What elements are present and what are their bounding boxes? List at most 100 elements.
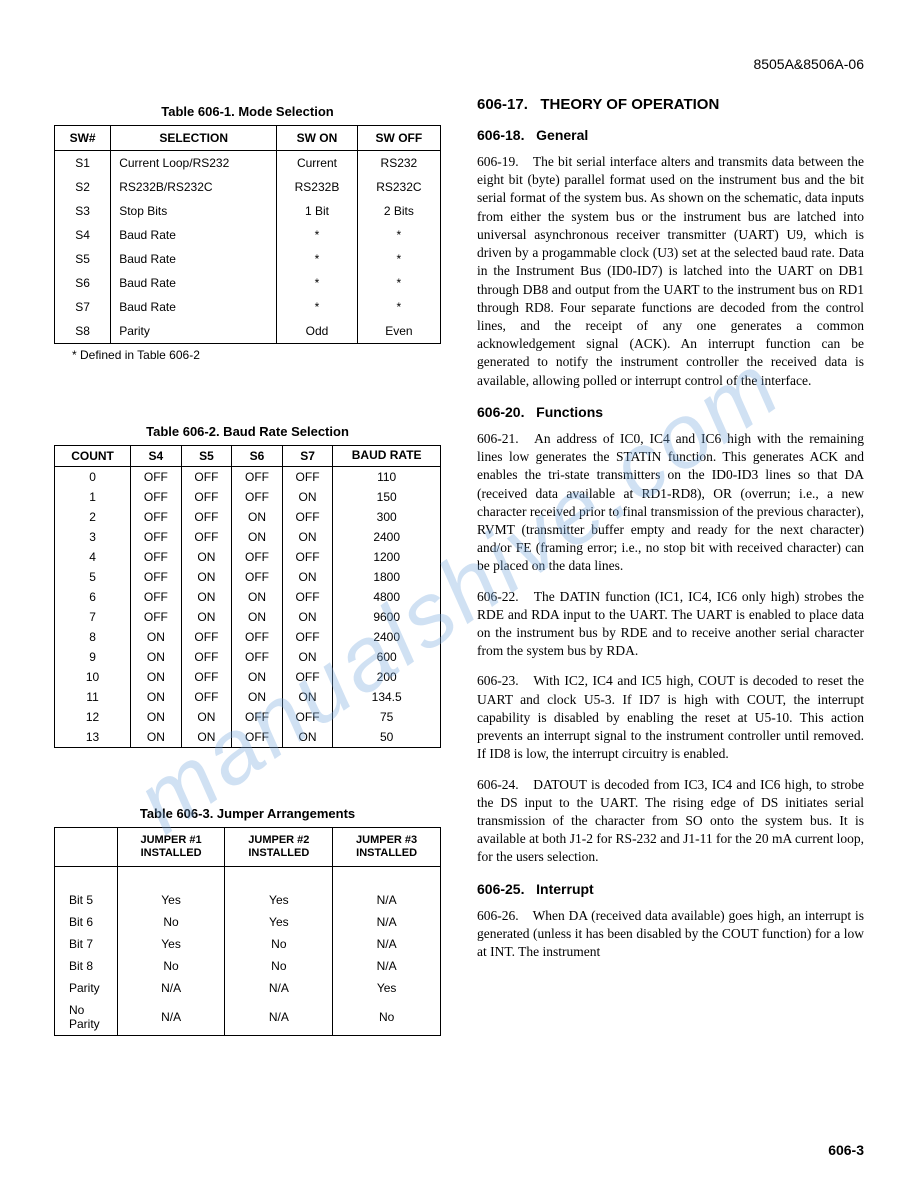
t1-h1: SELECTION <box>111 126 277 151</box>
table-cell: Even <box>357 319 440 344</box>
table-cell: S5 <box>55 247 111 271</box>
right-column: 606-17. THEORY OF OPERATION 606-18. Gene… <box>477 96 864 1148</box>
table-cell: Yes <box>225 911 333 933</box>
table-cell: OFF <box>131 507 182 527</box>
table-cell: OFF <box>282 707 333 727</box>
table-row: Bit 5YesYesN/A <box>55 889 441 911</box>
table-row: S6Baud Rate** <box>55 271 441 295</box>
table-cell: N/A <box>333 933 441 955</box>
table-row: Bit 8NoNoN/A <box>55 955 441 977</box>
table-cell: 200 <box>333 667 441 687</box>
table-row: S4Baud Rate** <box>55 223 441 247</box>
table-cell: OFF <box>232 467 283 488</box>
table-cell: OFF <box>282 547 333 567</box>
table-cell: Parity <box>55 977 118 999</box>
para-num: 606-22. <box>477 588 529 606</box>
t2-h1: S4 <box>131 446 182 467</box>
table3-caption: Table 606-3. Jumper Arrangements <box>54 806 441 821</box>
table-cell: ON <box>232 607 283 627</box>
table-cell: 110 <box>333 467 441 488</box>
table-cell: No <box>117 955 225 977</box>
table-cell: ON <box>232 667 283 687</box>
para-text: The bit serial interface alters and tran… <box>477 154 864 388</box>
table-row: No ParityN/AN/ANo <box>55 999 441 1036</box>
table-cell: S4 <box>55 223 111 247</box>
table-cell: ON <box>282 607 333 627</box>
document-id: 8505A&8506A-06 <box>54 56 864 72</box>
table-row: 9ONOFFOFFON600 <box>55 647 441 667</box>
para-606-26: 606-26. When DA (received data available… <box>477 907 864 962</box>
table-cell: OFF <box>131 527 182 547</box>
table-cell: OFF <box>232 707 283 727</box>
para-num: 606-21. <box>477 430 529 448</box>
table-cell: No <box>333 999 441 1036</box>
table-cell: 11 <box>55 687 131 707</box>
table-cell: OFF <box>232 487 283 507</box>
table-cell: Baud Rate <box>111 271 277 295</box>
table-cell: OFF <box>282 507 333 527</box>
table-cell: * <box>277 271 358 295</box>
para-num: 606-19. <box>477 153 529 171</box>
table-cell: S1 <box>55 151 111 176</box>
table-cell: OFF <box>232 727 283 748</box>
table-cell: S8 <box>55 319 111 344</box>
t2-h0: COUNT <box>55 446 131 467</box>
table-row: S7Baud Rate** <box>55 295 441 319</box>
table-cell: 2 Bits <box>357 199 440 223</box>
para-606-22: 606-22. The DATIN function (IC1, IC4, IC… <box>477 588 864 661</box>
heading-num: 606-20. <box>477 404 524 420</box>
table-cell: Yes <box>225 889 333 911</box>
table-cell: OFF <box>131 467 182 488</box>
table-cell: OFF <box>232 567 283 587</box>
table-cell: 150 <box>333 487 441 507</box>
para-606-21: 606-21. An address of IC0, IC4 and IC6 h… <box>477 430 864 576</box>
table-row: 11ONOFFONON134.5 <box>55 687 441 707</box>
table-cell: N/A <box>117 977 225 999</box>
table-cell: 10 <box>55 667 131 687</box>
para-text: When DA (received data available) goes h… <box>477 908 864 959</box>
table-cell: * <box>357 223 440 247</box>
table-cell: Bit 6 <box>55 911 118 933</box>
table-cell: Odd <box>277 319 358 344</box>
table-cell: 7 <box>55 607 131 627</box>
table-row: 12ONONOFFOFF75 <box>55 707 441 727</box>
table-row: S8ParityOddEven <box>55 319 441 344</box>
table-cell: OFF <box>131 587 182 607</box>
table-cell: ON <box>131 627 182 647</box>
table-cell: Current Loop/RS232 <box>111 151 277 176</box>
table-cell: ON <box>131 647 182 667</box>
heading-606-17: 606-17. THEORY OF OPERATION <box>477 96 864 113</box>
table-cell: N/A <box>333 911 441 933</box>
table-cell: ON <box>131 667 182 687</box>
table-cell: ON <box>232 507 283 527</box>
para-text: DATOUT is decoded from IC3, IC4 and IC6 … <box>477 777 864 865</box>
table-cell: N/A <box>333 889 441 911</box>
table-cell: Yes <box>333 977 441 999</box>
table2-caption: Table 606-2. Baud Rate Selection <box>54 424 441 439</box>
table-cell: N/A <box>225 999 333 1036</box>
table-cell: ON <box>282 527 333 547</box>
table-cell: No <box>225 933 333 955</box>
para-text: An address of IC0, IC4 and IC6 high with… <box>477 431 864 574</box>
heading-title: Functions <box>536 404 603 420</box>
table-mode-selection: SW# SELECTION SW ON SW OFF S1Current Loo… <box>54 125 441 344</box>
table-cell: OFF <box>282 627 333 647</box>
table-cell: OFF <box>232 627 283 647</box>
table-cell: OFF <box>232 547 283 567</box>
table-cell: ON <box>282 687 333 707</box>
table-cell: OFF <box>181 647 232 667</box>
para-text: With IC2, IC4 and IC5 high, COUT is deco… <box>477 673 864 761</box>
table-cell: 6 <box>55 587 131 607</box>
table-cell: OFF <box>131 547 182 567</box>
table-row: 8ONOFFOFFOFF2400 <box>55 627 441 647</box>
table-cell: OFF <box>181 487 232 507</box>
table-cell: Current <box>277 151 358 176</box>
table-cell: ON <box>282 567 333 587</box>
table-row: 4OFFONOFFOFF1200 <box>55 547 441 567</box>
table-cell: OFF <box>282 667 333 687</box>
table-cell: 8 <box>55 627 131 647</box>
table-cell: OFF <box>181 667 232 687</box>
table-cell: RS232B/RS232C <box>111 175 277 199</box>
table-cell: ON <box>181 567 232 587</box>
table-cell: * <box>357 271 440 295</box>
